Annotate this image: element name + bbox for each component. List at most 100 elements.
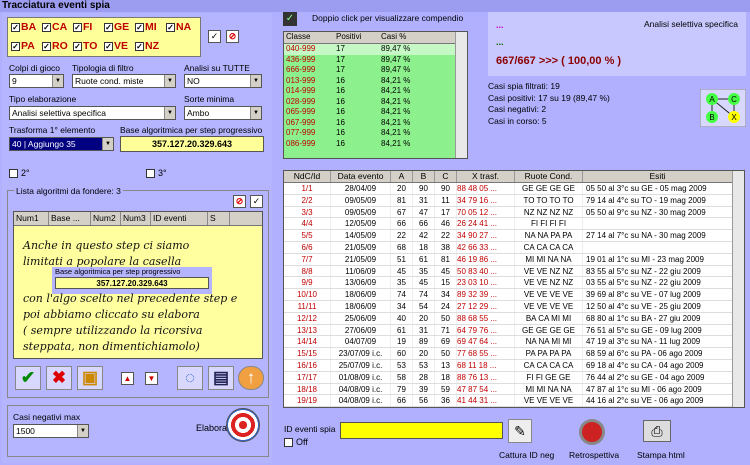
option-2[interactable]: 2°: [9, 168, 30, 178]
col-header[interactable]: Classe: [284, 32, 334, 43]
col-header[interactable]: Positivi: [334, 32, 379, 43]
table-row[interactable]: 7/7 21/05/09 51 61 81 46 19 86 ... MI MI NA NA…: [284, 253, 744, 266]
compendio-scrollbar[interactable]: [455, 32, 467, 158]
checkbox[interactable]: ✓: [135, 22, 144, 32]
results-scrollbar[interactable]: [732, 171, 744, 407]
wheel-to[interactable]: ✓ TO: [73, 40, 97, 52]
wheel-ba[interactable]: ✓ BA: [11, 21, 36, 33]
analisi-select[interactable]: NO ▼: [184, 74, 262, 88]
results-table[interactable]: NdC/Id Data evento A B C X trasf. Ruote …: [283, 170, 745, 408]
table-row[interactable]: 5/5 14/05/09 22 42 22 34 90 27 ... NA NA PA PA…: [284, 230, 744, 242]
table-row[interactable]: 14/14 04/07/09 19 89 69 69 47 64 ... NA NA MI …: [284, 336, 744, 349]
tipo-select[interactable]: Analisi selettiva specifica ▼: [9, 106, 176, 120]
compendio-table[interactable]: Classe Positivi Casi % 040-999 17 89,47 % 4…: [283, 31, 468, 159]
table-row[interactable]: 18/18 04/08/09 i.c. 79 39 59 47 87 54 ... MI M…: [284, 383, 744, 396]
table-row[interactable]: 2/2 09/05/09 81 31 11 34 79 16 ... TO TO TO TO…: [284, 194, 744, 207]
wheel-ro[interactable]: ✓ RO: [42, 40, 68, 52]
compendio-row[interactable]: 014-999 16 84,21 %: [284, 86, 467, 97]
wheel-ca[interactable]: ✓ CA: [42, 21, 67, 33]
up-icon[interactable]: ▲: [121, 372, 134, 385]
retrospettiva-label[interactable]: Retrospettiva: [569, 450, 619, 460]
off-checkbox[interactable]: Off: [284, 437, 308, 447]
col-header[interactable]: A: [391, 171, 413, 182]
wheel-fi[interactable]: ✓ FI: [73, 21, 92, 33]
col-header[interactable]: ID eventi: [151, 212, 208, 225]
col-header[interactable]: C: [435, 171, 457, 182]
table-row[interactable]: 16/16 25/07/09 i.c. 53 53 13 68 11 18 ... CA C…: [284, 359, 744, 372]
compendio-row[interactable]: 065-999 16 84,21 %: [284, 107, 467, 118]
id-eventi-input[interactable]: [340, 422, 503, 439]
checkbox[interactable]: ✓: [42, 41, 51, 51]
checkbox[interactable]: ✓: [166, 22, 175, 32]
table-row[interactable]: 11/11 18/06/09 34 54 24 27 12 29 ... VE VE VE …: [284, 300, 744, 313]
col-header[interactable]: B: [413, 171, 435, 182]
checkbox[interactable]: ✓: [135, 41, 144, 51]
table-row[interactable]: 4/4 12/05/09 66 66 46 26 24 41 ... FI FI FI FI: [284, 218, 744, 231]
wheel-na[interactable]: ✓ NA: [166, 21, 191, 33]
compendio-icon[interactable]: ✓: [283, 12, 297, 26]
bucket-icon[interactable]: ▣: [77, 366, 103, 390]
col-header[interactable]: Ruote Cond.: [515, 171, 583, 182]
checkbox[interactable]: ✓: [104, 22, 113, 32]
tipologia-select[interactable]: Ruote cond. miste ▼: [72, 74, 176, 88]
col-header[interactable]: S: [208, 212, 230, 225]
col-header[interactable]: Num1: [14, 212, 49, 225]
save-icon[interactable]: ▤: [208, 366, 234, 390]
checkbox[interactable]: ✓: [11, 22, 20, 32]
refresh-icon[interactable]: ◌: [177, 366, 203, 390]
confirm-list-icon[interactable]: ✓: [250, 195, 263, 208]
checkbox[interactable]: [284, 437, 293, 447]
compendio-row[interactable]: 086-999 16 84,21 %: [284, 139, 467, 150]
base-field[interactable]: 357.127.20.329.643: [120, 136, 264, 152]
checkbox[interactable]: ✓: [73, 41, 82, 51]
table-row[interactable]: 15/15 23/07/09 i.c. 60 20 50 77 68 55 ... PA P…: [284, 348, 744, 360]
wheel-pa[interactable]: ✓ PA: [11, 40, 35, 52]
compendio-row[interactable]: 013-999 16 84,21 %: [284, 76, 467, 87]
checkbox[interactable]: [9, 168, 18, 178]
compendio-row[interactable]: 077-999 16 84,21 %: [284, 128, 467, 139]
table-row[interactable]: 17/17 01/08/09 i.c. 58 28 18 88 76 13 ... FI F…: [284, 371, 744, 384]
table-row[interactable]: 1/1 28/04/09 20 90 90 88 48 05 ... GE GE GE GE…: [284, 183, 744, 195]
select-all-check-icon[interactable]: ✓: [208, 30, 221, 43]
stampa-label[interactable]: Stampa html: [637, 450, 685, 460]
clear-list-icon[interactable]: ⊘: [233, 195, 246, 208]
cattura-icon[interactable]: ✎: [508, 419, 532, 443]
checkbox[interactable]: ✓: [73, 22, 82, 32]
col-header[interactable]: Casi %: [379, 32, 439, 43]
delete-button[interactable]: ✖: [46, 366, 72, 390]
table-row[interactable]: 6/6 21/05/09 68 18 38 42 66 33 ... CA CA CA CA: [284, 241, 744, 254]
wheel-ve[interactable]: ✓ VE: [104, 40, 128, 52]
deselect-all-icon[interactable]: ⊘: [226, 30, 239, 43]
casi-neg-select[interactable]: 1500 ▼: [13, 424, 89, 438]
col-header[interactable]: Num2: [91, 212, 121, 225]
cattura-label[interactable]: Cattura ID neg: [499, 450, 554, 460]
checkbox[interactable]: ✓: [11, 41, 20, 51]
elabora-target-icon[interactable]: [226, 408, 260, 442]
wheel-ge[interactable]: ✓ GE: [104, 21, 129, 33]
down-icon[interactable]: ▼: [145, 372, 158, 385]
printer-icon[interactable]: ⎙: [643, 420, 671, 442]
col-header[interactable]: Base ...: [49, 212, 91, 225]
trasforma-select[interactable]: 40 | Aggiungo 35 ▼: [9, 137, 114, 151]
table-row[interactable]: 19/19 04/08/09 i.c. 66 56 36 41 44 31 ... VE V…: [284, 395, 744, 408]
col-header[interactable]: Esiti: [583, 171, 733, 182]
col-header[interactable]: X trasf.: [457, 171, 515, 182]
checkbox[interactable]: ✓: [104, 41, 113, 51]
col-header[interactable]: Data evento: [331, 171, 391, 182]
table-row[interactable]: 12/12 25/06/09 40 20 50 88 68 55 ... BA CA MI …: [284, 312, 744, 325]
algorithm-list[interactable]: Num1 Base ... Num2 Num3 ID eventi S Anch…: [13, 211, 263, 359]
option-3[interactable]: 3°: [146, 168, 167, 178]
table-row[interactable]: 13/13 27/06/09 61 31 71 64 79 76 ... GE GE GE …: [284, 324, 744, 337]
compendio-row[interactable]: 436-999 17 89,47 %: [284, 55, 467, 66]
colpi-select[interactable]: 9 ▼: [9, 74, 64, 88]
compendio-row[interactable]: 040-999 17 89,47 %: [284, 44, 467, 55]
table-row[interactable]: 10/10 18/06/09 74 74 34 89 32 39 ... VE VE VE …: [284, 289, 744, 301]
col-header[interactable]: Num3: [121, 212, 151, 225]
table-row[interactable]: 3/3 09/05/09 67 47 17 70 05 12 ... NZ NZ NZ NZ…: [284, 206, 744, 219]
table-row[interactable]: 9/9 13/06/09 35 45 15 23 03 10 ... VE VE NZ NZ…: [284, 277, 744, 290]
compendio-row[interactable]: 028-999 16 84,21 %: [284, 97, 467, 108]
checkbox[interactable]: [146, 168, 155, 178]
arrow-up-icon[interactable]: ↑: [238, 366, 264, 390]
checkbox[interactable]: ✓: [42, 22, 51, 32]
col-header[interactable]: NdC/Id: [284, 171, 331, 182]
